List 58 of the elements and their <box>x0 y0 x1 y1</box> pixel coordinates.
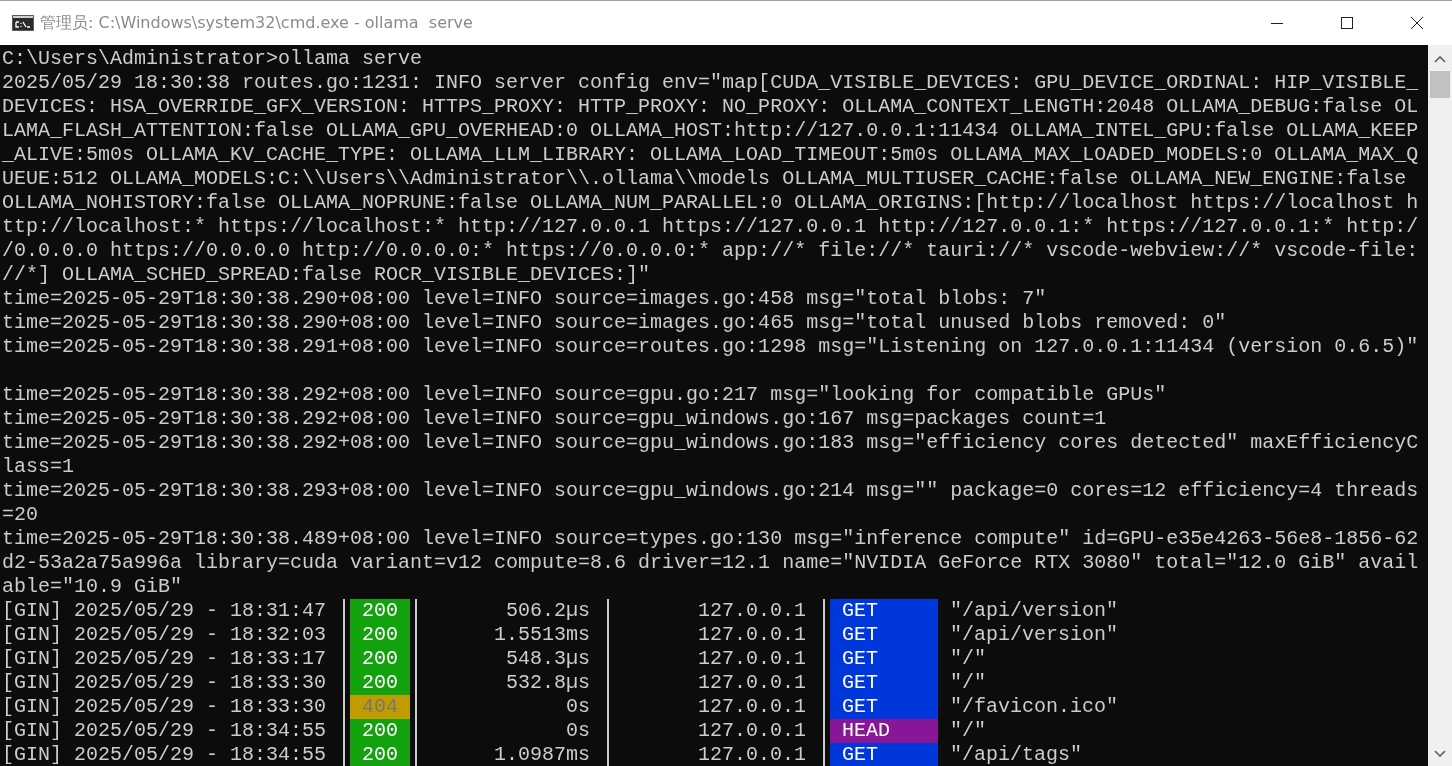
request-path: "/api/version" <box>950 623 1119 647</box>
latency-text: 506.2µs <box>505 599 591 623</box>
http-method: GET <box>830 695 939 719</box>
ip-address: 127.0.0.1 <box>697 743 807 766</box>
request-timestamp: [GIN] 2025/05/29 - 18:33:30 <box>2 671 328 695</box>
log-line: C:\Users\Administrator>ollama serve <box>2 47 424 71</box>
status-code: 200 <box>350 623 411 647</box>
http-method: GET <box>830 743 939 766</box>
latency-text: 0s <box>565 719 591 743</box>
http-method: GET <box>830 599 939 623</box>
log-line: time=2025-05-29T18:30:38.290+08:00 level=INFO source=images.go:458 msg="total blobs: 7" <box>2 287 1048 311</box>
latency-text: 1.5513ms <box>493 623 591 647</box>
ip-address: 127.0.0.1 <box>697 599 807 623</box>
latency-text: 0s <box>565 695 591 719</box>
request-timestamp: [GIN] 2025/05/29 - 18:33:17 <box>2 647 328 671</box>
terminal-icon <box>12 15 34 31</box>
request-timestamp: [GIN] 2025/05/29 - 18:33:30 <box>2 695 328 719</box>
http-method: GET <box>830 647 939 671</box>
latency-text: 532.8µs <box>505 671 591 695</box>
request-path: "/" <box>950 719 987 743</box>
status-code: 404 <box>350 695 411 719</box>
scroll-up-icon[interactable] <box>1434 55 1446 63</box>
status-code: 200 <box>350 671 411 695</box>
ip-address: 127.0.0.1 <box>697 623 807 647</box>
ip-address: 127.0.0.1 <box>697 647 807 671</box>
latency-text: 548.3µs <box>505 647 591 671</box>
request-path: "/" <box>950 647 987 671</box>
latency-text: 1.0987ms <box>493 743 591 766</box>
close-icon <box>1411 17 1423 29</box>
request-path: "/" <box>950 671 987 695</box>
request-timestamp: [GIN] 2025/05/29 - 18:31:47 <box>2 599 328 623</box>
http-method: GET <box>830 671 939 695</box>
log-line: time=2025-05-29T18:30:38.489+08:00 level=INFO source=types.go:130 msg="inference compute" id=GPU-e35e4263-56e8-1856-62d2-53a2a75a996a library=cuda variant=v12 compute=8.6 driver=12.1 name="NVIDIA GeForce RTX 3080" total="12.0 GiB" available="10.9 GiB" <box>2 527 1419 599</box>
ip-address: 127.0.0.1 <box>697 719 807 743</box>
scroll-thumb[interactable] <box>1430 71 1450 98</box>
request-timestamp: [GIN] 2025/05/29 - 18:34:55 <box>2 719 328 743</box>
scrollbar[interactable] <box>1428 45 1452 766</box>
window-title: 管理员: C:\Windows\system32\cmd.exe - ollama serve <box>40 12 473 34</box>
request-path: "/api/tags" <box>950 743 1083 766</box>
request-timestamp: [GIN] 2025/05/29 - 18:34:55 <box>2 743 328 766</box>
log-line: time=2025-05-29T18:30:38.290+08:00 level=INFO source=images.go:465 msg="total unused blobs removed: 0" <box>2 311 1228 335</box>
log-line: time=2025-05-29T18:30:38.292+08:00 level=INFO source=gpu_windows.go:167 msg=packages count=1 <box>2 407 1108 431</box>
maximize-icon <box>1341 17 1353 29</box>
status-code: 200 <box>350 599 411 623</box>
request-path: "/api/version" <box>950 599 1119 623</box>
status-code: 200 <box>350 743 411 766</box>
request-timestamp: [GIN] 2025/05/29 - 18:32:03 <box>2 623 328 647</box>
scroll-down-icon[interactable] <box>1434 750 1446 758</box>
log-line: time=2025-05-29T18:30:38.292+08:00 level=INFO source=gpu.go:217 msg="looking for compatible GPUs" <box>2 383 1168 407</box>
http-method: HEAD <box>830 719 939 743</box>
ip-address: 127.0.0.1 <box>697 671 807 695</box>
request-path: "/favicon.ico" <box>950 695 1119 719</box>
log-line: time=2025-05-29T18:30:38.291+08:00 level=INFO source=routes.go:1298 msg="Listening on 127.0.0.1:11434 (version 0.6.5)" <box>2 335 1419 359</box>
ip-address: 127.0.0.1 <box>697 695 807 719</box>
log-line: 2025/05/29 18:30:38 routes.go:1231: INFO server config env="map[CUDA_VISIBLE_DEVICES: GPU_DEVICE_ORDINAL: HIP_VISIBLE_DEVICES: HSA_OVERRIDE_GFX_VERSION: HTTPS_PROXY: HTTP_PROXY: NO_PROXY: OLLAMA_CONTEXT_LENGTH:2048 OLLAMA_DEBUG:false OLLAMA_FLASH_ATTENTION:false OLLAMA_GPU_OVERHEAD:0 OLLAMA_HOST:http://127.0.0.1:11434 OLLAMA_INTEL_GPU:false OLLAMA_KEEP_ALIVE:5m0s OLLAMA_KV_CACHE_TYPE: OLLAMA_LLM_LIBRARY: OLLAMA_LOAD_TIMEOUT:5m0s OLLAMA_MAX_LOADED_MODELS:0 OLLAMA_MAX_QUEUE:512 OLLAMA_MODELS:C:\\Users\\Administrator\\.ollama\\models OLLAMA_MULTIUSER_CACHE:false OLLAMA_NEW_ENGINE:false OLLAMA_NOHISTORY:false OLLAMA_NOPRUNE:false OLLAMA_NUM_PARALLEL:0 OLLAMA_ORIGINS:[http://localhost https://localhost http://localhost:* https://localhost:* http://127.0.0.1 https://127.0.0.1 http://127.0.0.1:* https://127.0.0.1:* http://0.0.0.0 https://0.0.0.0 http://0.0.0.0:* https://0.0.0.0:* app://* file://* tauri://* vscode-webview://* vscode-file://*] OLLAMA_SCHED_SPREAD:false ROCR_VISIBLE_DEVICES:]" <box>2 71 1419 287</box>
http-method: GET <box>830 623 939 647</box>
status-code: 200 <box>350 647 411 671</box>
status-code: 200 <box>350 719 411 743</box>
